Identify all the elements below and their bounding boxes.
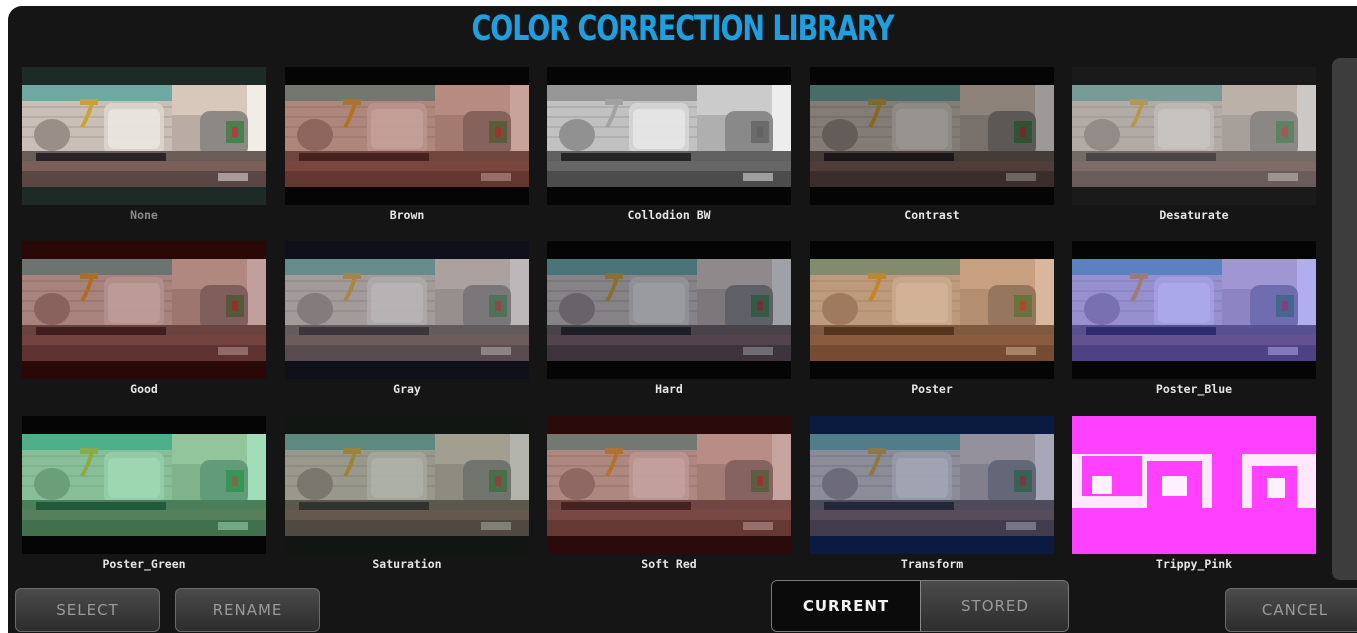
preset-thumbnail[interactable]	[810, 241, 1054, 379]
preset-thumbnail[interactable]	[22, 241, 266, 379]
preset-tile-contrast[interactable]: Contrast	[810, 67, 1054, 232]
preset-grid: None Brown Collodion BW Contrast Desaturate G…	[8, 6, 1338, 586]
stored-toggle-option[interactable]: STORED	[921, 581, 1068, 631]
select-button[interactable]: SELECT	[15, 588, 160, 632]
preset-label: Poster_Green	[102, 557, 186, 571]
preset-thumbnail[interactable]	[1072, 67, 1316, 205]
scrollbar[interactable]	[1332, 58, 1357, 580]
preset-label: Transform	[900, 557, 964, 571]
cancel-button[interactable]: CANCEL	[1225, 588, 1357, 632]
preset-tile-trippy-pink[interactable]: Trippy_Pink	[1072, 416, 1316, 581]
preset-label: Gray	[393, 382, 421, 396]
preset-label: Good	[130, 382, 158, 396]
rename-button[interactable]: RENAME	[175, 588, 320, 632]
preset-label: Hard	[655, 382, 683, 396]
preset-label: Trippy_Pink	[1155, 557, 1233, 571]
preset-label: Poster_Blue	[1155, 382, 1233, 396]
preset-tile-good[interactable]: Good	[22, 241, 266, 406]
preset-thumbnail[interactable]	[547, 241, 791, 379]
preset-label: Desaturate	[1159, 208, 1229, 222]
preset-tile-transform[interactable]: Transform	[810, 416, 1054, 581]
preset-label: Brown	[389, 208, 425, 222]
preset-label: None	[130, 208, 158, 222]
preset-tile-poster[interactable]: Poster	[810, 241, 1054, 406]
preset-thumbnail[interactable]	[810, 67, 1054, 205]
preset-thumbnail[interactable]	[1072, 416, 1316, 554]
current-toggle-option[interactable]: CURRENT	[772, 581, 921, 631]
preset-thumbnail[interactable]	[285, 241, 529, 379]
preset-tile-soft-red[interactable]: Soft Red	[547, 416, 791, 581]
preset-label: Saturation	[372, 557, 442, 571]
preset-label: Poster	[911, 382, 953, 396]
preset-label: Collodion BW	[627, 208, 711, 222]
preset-tile-brown[interactable]: Brown	[285, 67, 529, 232]
preset-tile-poster-green[interactable]: Poster_Green	[22, 416, 266, 581]
preset-tile-desaturate[interactable]: Desaturate	[1072, 67, 1316, 232]
preset-thumbnail[interactable]	[285, 416, 529, 554]
preset-tile-gray[interactable]: Gray	[285, 241, 529, 406]
preset-thumbnail[interactable]	[547, 416, 791, 554]
preset-thumbnail[interactable]	[22, 416, 266, 554]
current-stored-toggle: CURRENT STORED	[771, 580, 1069, 632]
preset-tile-hard[interactable]: Hard	[547, 241, 791, 406]
preset-thumbnail[interactable]	[547, 67, 791, 205]
color-correction-library-window: COLOR CORRECTION LIBRARY None Brown Collod…	[8, 6, 1357, 633]
preset-thumbnail[interactable]	[1072, 241, 1316, 379]
preset-label: Contrast	[904, 208, 960, 222]
preset-tile-collodion-bw[interactable]: Collodion BW	[547, 67, 791, 232]
preset-label: Soft Red	[641, 557, 697, 571]
preset-thumbnail[interactable]	[285, 67, 529, 205]
preset-thumbnail[interactable]	[810, 416, 1054, 554]
preset-tile-none[interactable]: None	[22, 67, 266, 232]
preset-thumbnail[interactable]	[22, 67, 266, 205]
preset-tile-poster-blue[interactable]: Poster_Blue	[1072, 241, 1316, 406]
preset-tile-saturation[interactable]: Saturation	[285, 416, 529, 581]
